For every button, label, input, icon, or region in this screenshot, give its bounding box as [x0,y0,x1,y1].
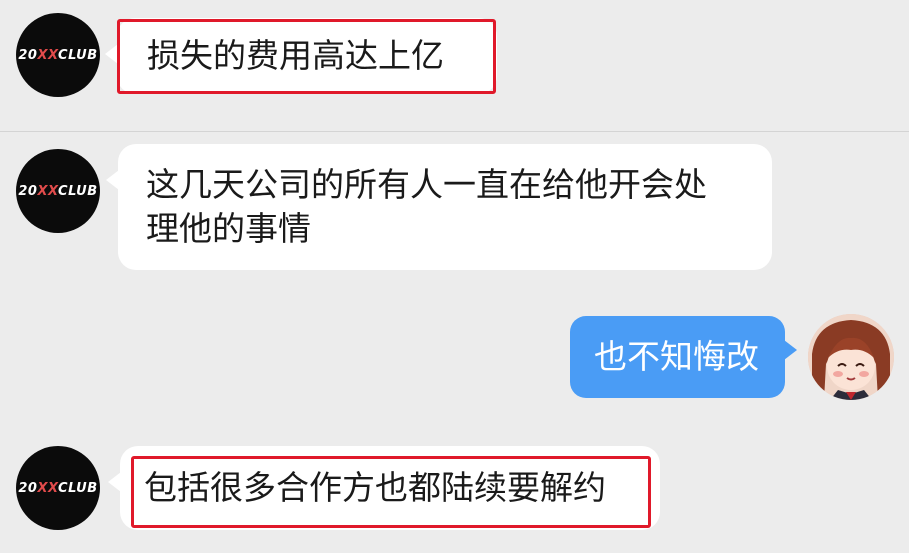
user-avatar[interactable] [808,314,894,400]
anime-girl-avatar-icon [808,314,894,400]
outgoing-message-bubble[interactable]: 也不知悔改 [570,316,797,398]
club-logo-icon: 20XXCLUB [18,183,98,199]
message-bubble[interactable]: 这几天公司的所有人一直在给他开会处 理他的事情 [106,144,772,270]
club-logo-icon: 20XXCLUB [18,480,98,496]
highlight-box [131,456,651,528]
sender-avatar[interactable]: 20XXCLUB [16,446,100,530]
message-text: 也不知悔改 [594,337,759,376]
message-text-line: 理他的事情 [146,209,311,248]
sender-avatar[interactable]: 20XXCLUB [16,13,100,97]
highlight-box [117,19,496,94]
message-text-line: 这几天公司的所有人一直在给他开会处 [146,165,707,204]
divider [0,131,909,132]
club-logo-icon: 20XXCLUB [18,47,98,63]
chat-area: 20XXCLUB 损失的费用高达上亿 20XXCLUB 这几天公司的所有人一直在… [0,0,909,553]
sender-avatar[interactable]: 20XXCLUB [16,149,100,233]
